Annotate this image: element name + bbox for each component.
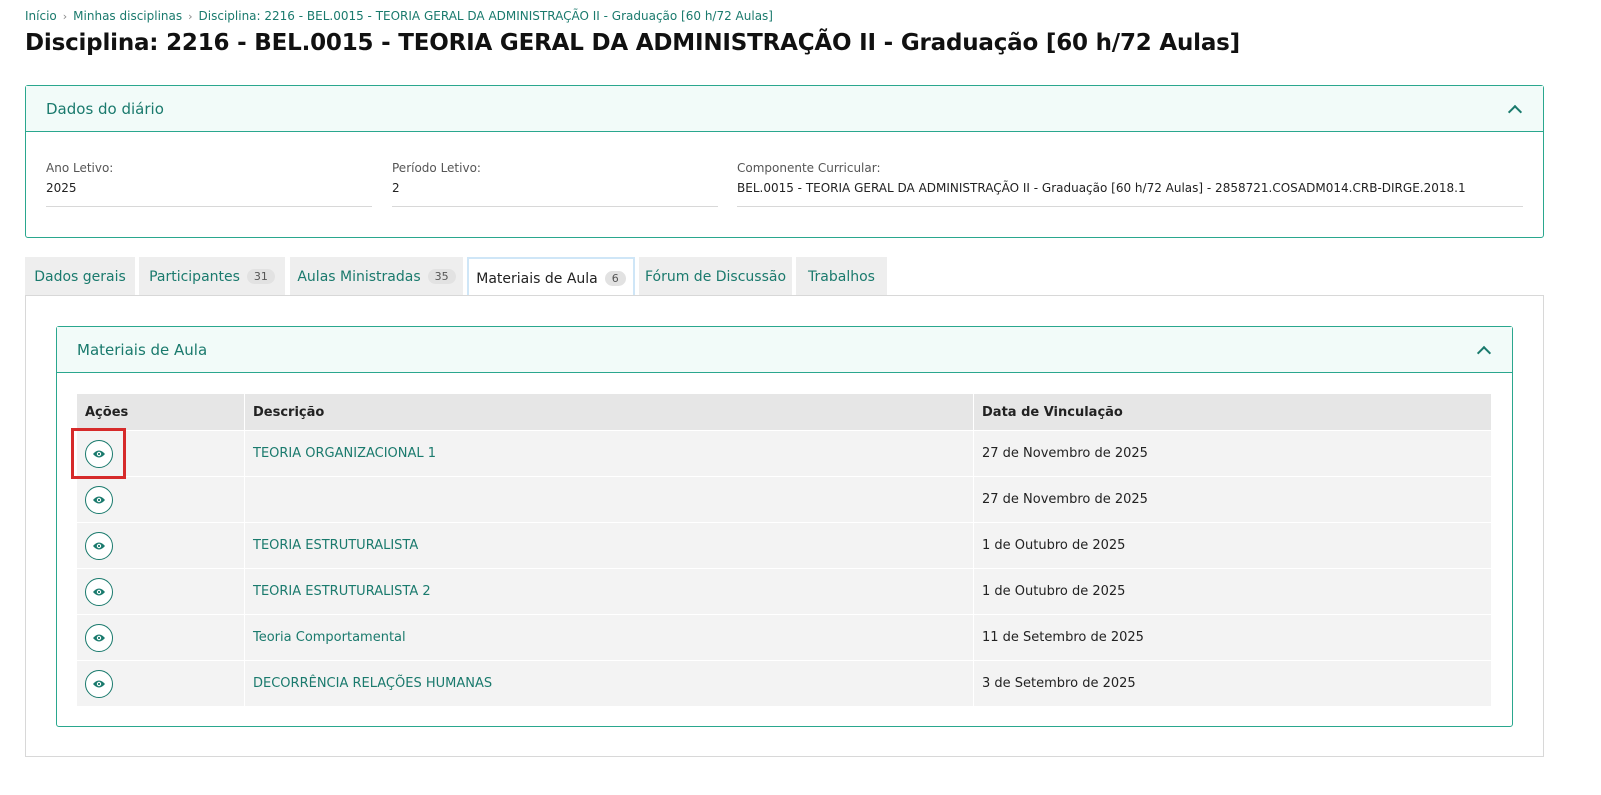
column-header-acoes: Ações [77, 394, 245, 431]
materiais-panel: Materiais de Aula Ações Descrição Data d… [56, 326, 1513, 727]
tab-trabalhos[interactable]: Trabalhos [796, 257, 887, 296]
dados-diario-panel: Dados do diário Ano Letivo: 2025 Período… [25, 85, 1544, 238]
field-ano-letivo: Ano Letivo: 2025 [46, 161, 372, 207]
date-cell: 1 de Outubro de 2025 [973, 568, 1492, 615]
dados-diario-header[interactable]: Dados do diário [26, 86, 1543, 132]
view-button[interactable] [85, 577, 113, 606]
breadcrumb-inicio[interactable]: Início [25, 9, 57, 23]
description-link[interactable]: Teoria Comportamental [244, 614, 974, 661]
count-badge: 31 [246, 269, 275, 284]
date-cell: 27 de Novembro de 2025 [973, 476, 1492, 523]
field-value: 2 [392, 181, 400, 195]
page-title: Disciplina: 2216 - BEL.0015 - TEORIA GER… [25, 30, 1240, 56]
tab-dados-gerais[interactable]: Dados gerais [25, 257, 135, 296]
actions-cell [77, 476, 245, 523]
field-value: 2025 [46, 181, 77, 195]
table-row: DECORRÊNCIA RELAÇÕES HUMANAS 3 de Setemb… [77, 660, 1492, 706]
materiais-title: Materiais de Aula [77, 340, 208, 359]
dados-diario-title: Dados do diário [46, 99, 164, 118]
description-link[interactable]: TEORIA ORGANIZACIONAL 1 [244, 430, 974, 477]
materiais-table: Ações Descrição Data de Vinculação TEORI… [77, 394, 1492, 706]
column-header-data: Data de Vinculação [973, 394, 1492, 431]
view-button[interactable] [85, 623, 113, 652]
eye-icon [93, 680, 105, 687]
tab-panel-materiais: Materiais de Aula Ações Descrição Data d… [25, 295, 1544, 757]
tab-forum-de-discussao[interactable]: Fórum de Discussão [639, 257, 792, 296]
tab-label: Fórum de Discussão [644, 268, 787, 285]
breadcrumb-minhas-disciplinas[interactable]: Minhas disciplinas [73, 9, 182, 23]
date-cell: 3 de Setembro de 2025 [973, 660, 1492, 706]
description-link[interactable]: TEORIA ESTRUTURALISTA 2 [244, 568, 974, 615]
materiais-header[interactable]: Materiais de Aula [57, 327, 1512, 373]
actions-cell [77, 614, 245, 661]
tab-label: Aulas Ministradas [297, 268, 421, 285]
table-row: TEORIA ORGANIZACIONAL 1 27 de Novembro d… [77, 430, 1492, 477]
highlight-box [71, 428, 126, 479]
table-header-row: Ações Descrição Data de Vinculação [77, 394, 1492, 431]
field-divider [392, 206, 718, 207]
field-componente-curricular: Componente Curricular: BEL.0015 - TEORIA… [737, 161, 1523, 207]
tab-aulas-ministradas[interactable]: Aulas Ministradas 35 [290, 257, 463, 296]
tab-participantes[interactable]: Participantes 31 [139, 257, 285, 296]
field-value: BEL.0015 - TEORIA GERAL DA ADMINISTRAÇÃO… [737, 181, 1466, 195]
actions-cell [77, 568, 245, 615]
field-periodo-letivo: Período Letivo: 2 [392, 161, 718, 207]
view-button[interactable] [85, 669, 113, 698]
date-cell: 1 de Outubro de 2025 [973, 522, 1492, 569]
table-row: 27 de Novembro de 2025 [77, 476, 1492, 523]
description-link[interactable] [244, 476, 974, 523]
chevron-right-icon: › [188, 10, 193, 23]
field-label: Período Letivo: [392, 161, 481, 175]
count-badge: 6 [604, 271, 626, 286]
view-button[interactable] [85, 531, 113, 560]
eye-icon [93, 542, 105, 549]
description-link[interactable]: TEORIA ESTRUTURALISTA [244, 522, 974, 569]
table-row: TEORIA ESTRUTURALISTA 1 de Outubro de 20… [77, 522, 1492, 569]
tab-label: Participantes [149, 268, 240, 285]
tab-materiais-de-aula[interactable]: Materiais de Aula 6 [467, 257, 635, 298]
tab-label: Dados gerais [34, 268, 126, 285]
actions-cell [77, 522, 245, 569]
breadcrumb-current: Disciplina: 2216 - BEL.0015 - TEORIA GER… [198, 9, 773, 23]
field-divider [737, 206, 1523, 207]
field-label: Componente Curricular: [737, 161, 881, 175]
date-cell: 11 de Setembro de 2025 [973, 614, 1492, 661]
actions-cell [77, 660, 245, 706]
view-button[interactable] [85, 485, 113, 514]
tab-label: Trabalhos [808, 268, 875, 285]
count-badge: 35 [427, 269, 456, 284]
breadcrumb: Início › Minhas disciplinas › Disciplina: 22… [25, 9, 773, 23]
description-link[interactable]: DECORRÊNCIA RELAÇÕES HUMANAS [244, 660, 974, 706]
chevron-up-icon[interactable] [1476, 342, 1492, 358]
column-header-descricao: Descrição [244, 394, 974, 431]
tab-label: Materiais de Aula [476, 270, 598, 287]
field-divider [46, 206, 372, 207]
eye-icon [93, 634, 105, 641]
eye-icon [93, 588, 105, 595]
date-cell: 27 de Novembro de 2025 [973, 430, 1492, 477]
chevron-up-icon[interactable] [1507, 101, 1523, 117]
chevron-right-icon: › [62, 10, 68, 23]
table-row: Teoria Comportamental 11 de Setembro de … [77, 614, 1492, 661]
eye-icon [93, 496, 105, 503]
field-label: Ano Letivo: [46, 161, 114, 175]
table-row: TEORIA ESTRUTURALISTA 2 1 de Outubro de … [77, 568, 1492, 615]
